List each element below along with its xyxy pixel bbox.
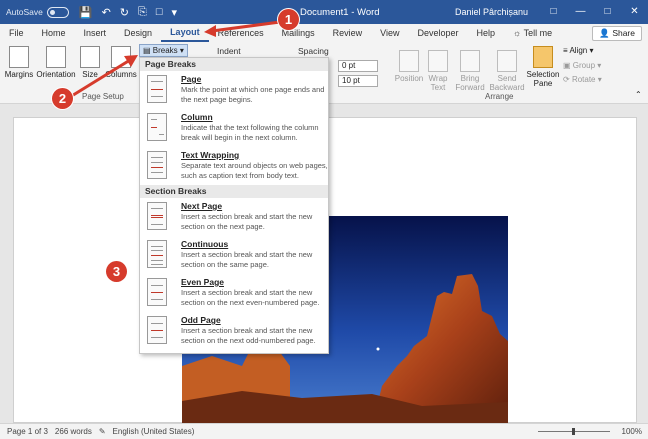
annotation-badge-1: 1 — [278, 9, 299, 30]
arrow-1 — [211, 20, 281, 33]
word-count[interactable]: 266 words — [55, 427, 92, 436]
zoom-level[interactable]: 100% — [622, 427, 642, 436]
language[interactable]: English (United States) — [113, 427, 195, 436]
status-bar: Page 1 of 3 266 words ✎ English (United … — [0, 423, 648, 439]
arrow-2 — [69, 58, 131, 99]
page-count[interactable]: Page 1 of 3 — [7, 427, 48, 436]
zoom-slider[interactable] — [538, 428, 610, 435]
annotation-arrows — [69, 20, 281, 99]
arrow-1-head — [204, 25, 216, 37]
annotation-badge-2: 2 — [52, 88, 73, 109]
annotation-badge-3: 3 — [106, 261, 127, 282]
proofing-icon[interactable]: ✎ — [99, 427, 106, 436]
